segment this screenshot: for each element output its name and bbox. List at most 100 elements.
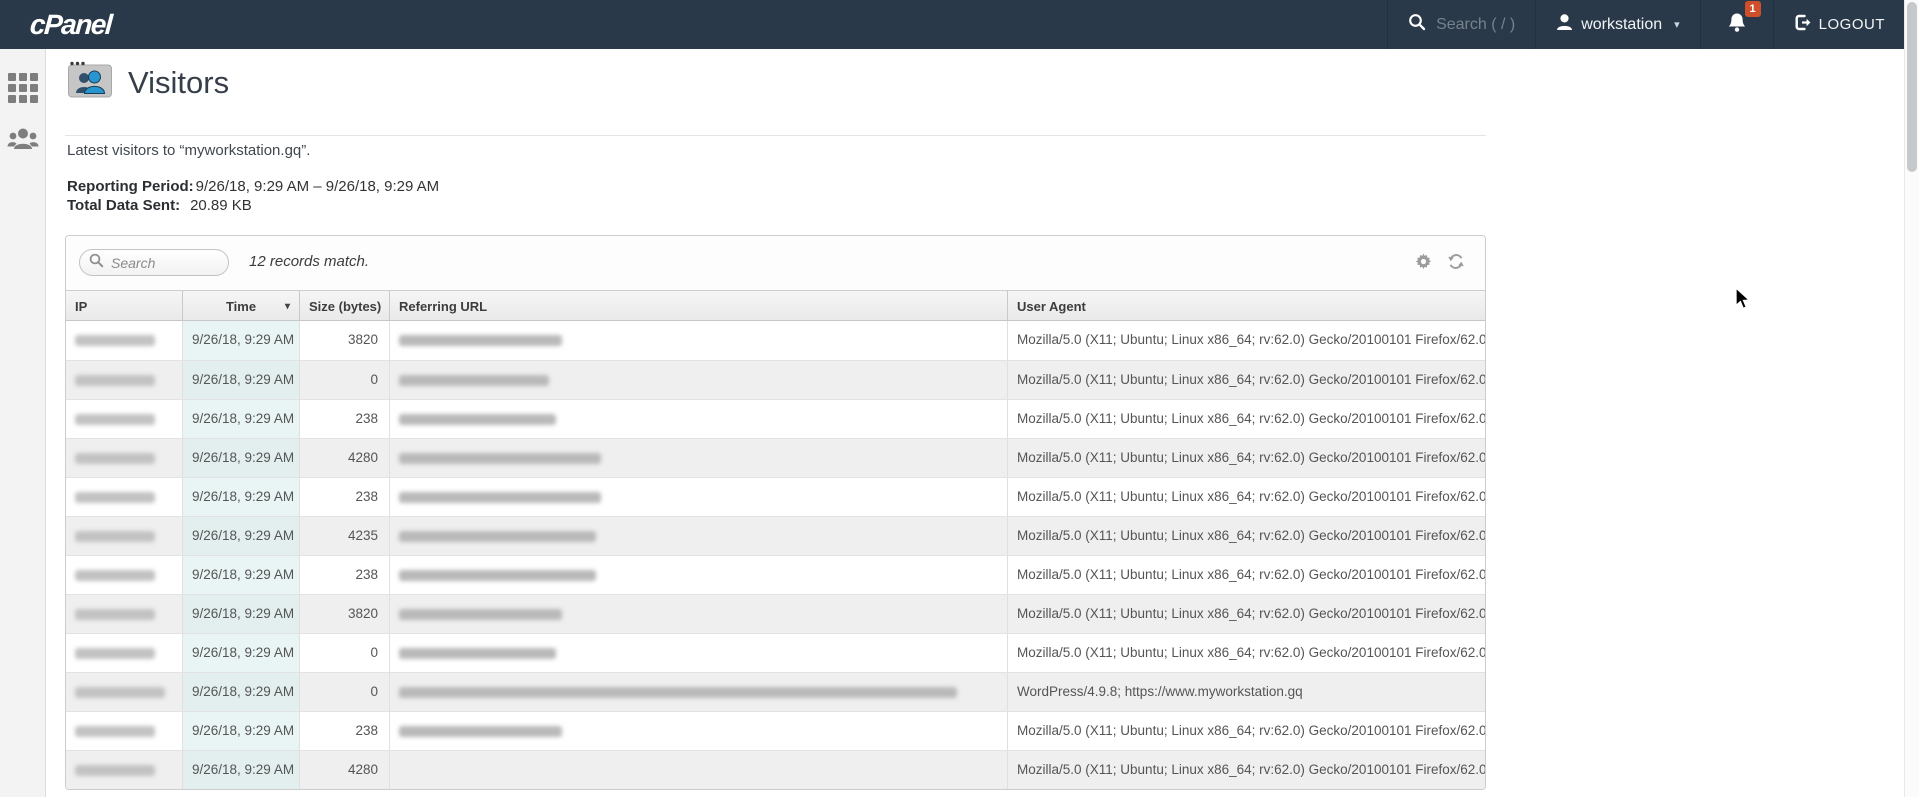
- refresh-icon[interactable]: [1447, 253, 1465, 275]
- column-header-referring-url[interactable]: Referring URL: [390, 291, 1008, 320]
- cell-size: 0: [300, 634, 390, 672]
- cell-referring-url: [390, 556, 1008, 594]
- notifications-button[interactable]: 1: [1699, 0, 1773, 49]
- cell-size: 238: [300, 712, 390, 750]
- records-match-text: 12 records match.: [249, 253, 370, 270]
- top-navigation-bar: cPanel Search ( / ) workstation ▾ 1 LOGO…: [0, 0, 1919, 49]
- page-header: Visitors: [67, 61, 229, 104]
- redacted-referring-url: [399, 609, 562, 620]
- redacted-ip: [75, 648, 155, 659]
- table-row: 9/26/18, 9:29 AM 4235 Mozilla/5.0 (X11; Ub…: [66, 516, 1485, 555]
- table-row: 9/26/18, 9:29 AM 238 Mozilla/5.0 (X11; Ubu…: [66, 399, 1485, 438]
- redacted-referring-url: [399, 726, 562, 737]
- cell-referring-url: [390, 321, 1008, 360]
- cell-user-agent: Mozilla/5.0 (X11; Ubuntu; Linux x86_64; …: [1017, 606, 1485, 621]
- cell-referring-url: [390, 478, 1008, 516]
- logout-button[interactable]: LOGOUT: [1772, 0, 1905, 49]
- table-toolbar: Search 12 records match.: [66, 236, 1485, 290]
- table-row: 9/26/18, 9:29 AM 3820 Mozilla/5.0 (X11; Ub…: [66, 321, 1485, 360]
- redacted-ip: [75, 765, 155, 776]
- cell-referring-url: [390, 400, 1008, 438]
- redacted-ip: [75, 375, 155, 386]
- cell-size: 4280: [300, 751, 390, 789]
- cell-ip: [66, 595, 183, 633]
- cell-user-agent: WordPress/4.9.8; https://www.myworkstati…: [1017, 684, 1303, 699]
- username: workstation: [1581, 15, 1663, 33]
- table-row: 9/26/18, 9:29 AM 3820 Mozilla/5.0 (X11; Ub…: [66, 594, 1485, 633]
- reporting-period-label: Reporting Period:: [67, 178, 194, 195]
- column-header-ip[interactable]: IP: [66, 291, 183, 320]
- global-search[interactable]: Search ( / ): [1387, 0, 1535, 49]
- settings-gear-icon[interactable]: [1415, 253, 1432, 275]
- left-sidebar: [0, 49, 46, 797]
- column-header-user-agent[interactable]: User Agent: [1008, 291, 1485, 320]
- user-icon: [1556, 13, 1573, 36]
- sidebar-item-apps[interactable]: [0, 73, 46, 103]
- cell-user-agent: Mozilla/5.0 (X11; Ubuntu; Linux x86_64; …: [1017, 723, 1485, 738]
- search-icon: [1408, 13, 1426, 36]
- cell-ip: [66, 478, 183, 516]
- cell-time: 9/26/18, 9:29 AM: [183, 478, 300, 516]
- chevron-down-icon: ▾: [1674, 19, 1680, 31]
- table-row: 9/26/18, 9:29 AM 238 Mozilla/5.0 (X11; Ubu…: [66, 711, 1485, 750]
- reporting-period-row: Reporting Period: 9/26/18, 9:29 AM – 9/26…: [67, 177, 439, 196]
- table-row: 9/26/18, 9:29 AM 0 Mozilla/5.0 (X11; Ubunt…: [66, 360, 1485, 399]
- redacted-referring-url: [399, 492, 601, 503]
- column-header-time[interactable]: Time ▾: [183, 291, 300, 320]
- total-data-value: 20.89 KB: [190, 197, 252, 214]
- visitors-page-icon: [67, 61, 113, 104]
- reporting-period-value: 9/26/18, 9:29 AM – 9/26/18, 9:29 AM: [195, 178, 440, 195]
- cell-size: 0: [300, 361, 390, 399]
- visitors-table-card: Search 12 records match. IP Time ▾ Size …: [65, 235, 1486, 790]
- cell-ip: [66, 751, 183, 789]
- table-row: 9/26/18, 9:29 AM 238 Mozilla/5.0 (X11; Ubu…: [66, 555, 1485, 594]
- cell-user-agent: Mozilla/5.0 (X11; Ubuntu; Linux x86_64; …: [1017, 489, 1485, 504]
- cell-ip: [66, 517, 183, 555]
- page-title: Visitors: [128, 64, 230, 100]
- cell-referring-url: [390, 751, 1008, 789]
- cell-time: 9/26/18, 9:29 AM: [183, 439, 300, 477]
- table-row: 9/26/18, 9:29 AM 0 Mozilla/5.0 (X11; Ubunt…: [66, 633, 1485, 672]
- cell-time: 9/26/18, 9:29 AM: [183, 751, 300, 789]
- logout-label: LOGOUT: [1818, 16, 1885, 33]
- divider: [65, 135, 1486, 136]
- sidebar-item-visitors[interactable]: [0, 127, 46, 156]
- vertical-scrollbar[interactable]: [1904, 0, 1919, 797]
- apps-grid-icon: [8, 73, 38, 103]
- redacted-referring-url: [399, 453, 601, 464]
- cell-referring-url: [390, 361, 1008, 399]
- user-menu[interactable]: workstation ▾: [1535, 0, 1699, 49]
- cell-size: 3820: [300, 595, 390, 633]
- search-placeholder: Search ( / ): [1436, 15, 1516, 33]
- column-header-size[interactable]: Size (bytes): [300, 291, 390, 320]
- redacted-referring-url: [399, 414, 556, 425]
- table-row: 9/26/18, 9:29 AM 4280 Mozilla/5.0 (X11; Ub…: [66, 750, 1485, 789]
- cell-size: 238: [300, 400, 390, 438]
- table-row: 9/26/18, 9:29 AM 4280 Mozilla/5.0 (X11; Ub…: [66, 438, 1485, 477]
- redacted-ip: [75, 492, 155, 503]
- scrollbar-thumb[interactable]: [1907, 2, 1917, 172]
- cell-size: 4235: [300, 517, 390, 555]
- redacted-referring-url: [399, 335, 562, 346]
- logout-icon: [1794, 14, 1812, 36]
- cell-time: 9/26/18, 9:29 AM: [183, 517, 300, 555]
- main-content: Visitors Latest visitors to “myworkstati…: [47, 49, 1919, 797]
- table-search-input[interactable]: Search: [79, 249, 229, 276]
- cell-user-agent: Mozilla/5.0 (X11; Ubuntu; Linux x86_64; …: [1017, 528, 1485, 543]
- cell-user-agent: Mozilla/5.0 (X11; Ubuntu; Linux x86_64; …: [1017, 372, 1485, 387]
- redacted-referring-url: [399, 375, 549, 386]
- redacted-referring-url: [399, 570, 596, 581]
- cell-ip: [66, 439, 183, 477]
- intro-text: Latest visitors to “myworkstation.gq”.: [67, 142, 311, 159]
- cell-user-agent: Mozilla/5.0 (X11; Ubuntu; Linux x86_64; …: [1017, 411, 1485, 426]
- cpanel-logo: cPanel: [28, 8, 113, 40]
- total-data-row: Total Data Sent: 20.89 KB: [67, 196, 439, 215]
- cell-size: 4280: [300, 439, 390, 477]
- cell-ip: [66, 400, 183, 438]
- cell-size: 238: [300, 478, 390, 516]
- table-row: 9/26/18, 9:29 AM 238 Mozilla/5.0 (X11; Ubu…: [66, 477, 1485, 516]
- report-summary: Reporting Period: 9/26/18, 9:29 AM – 9/26…: [67, 177, 439, 215]
- cell-size: 238: [300, 556, 390, 594]
- cell-time: 9/26/18, 9:29 AM: [183, 321, 300, 360]
- cell-ip: [66, 556, 183, 594]
